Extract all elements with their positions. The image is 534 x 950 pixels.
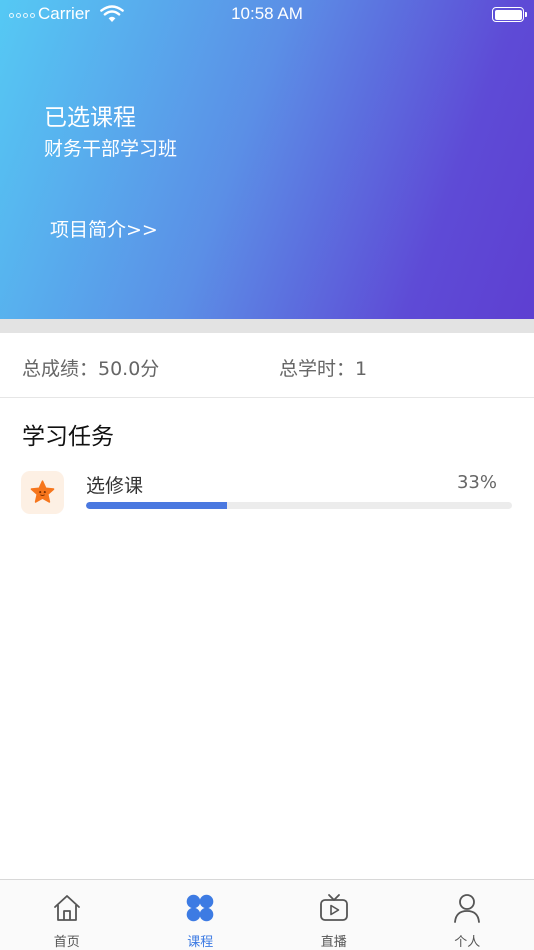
- stats-row: 总成绩：50.0分 总学时：1: [0, 333, 534, 398]
- course-header-banner: Carrier 10:58 AM 已选课程 财务干部学习班 项目简介>>: [0, 0, 534, 319]
- total-score: 总成绩：50.0分: [22, 358, 160, 380]
- tab-label-home: 首页: [53, 935, 80, 950]
- tab-label-profile: 个人: [454, 935, 481, 950]
- section-divider: [0, 319, 534, 333]
- task-item-elective[interactable]: 选修课 33%: [0, 464, 534, 520]
- person-icon: [454, 894, 481, 923]
- tab-label-live: 直播: [320, 935, 347, 950]
- task-name: 选修课: [86, 475, 144, 497]
- tab-live[interactable]: 直播: [267, 880, 401, 950]
- tv-play-icon: [319, 894, 348, 921]
- status-time: 10:58 AM: [231, 4, 303, 23]
- tab-home[interactable]: 首页: [0, 880, 134, 950]
- home-icon: [53, 895, 80, 921]
- battery-icon: [492, 7, 527, 22]
- task-progress-bar: [86, 502, 512, 509]
- task-progress-fill: [86, 502, 227, 509]
- task-icon-container: [21, 471, 64, 514]
- total-hours: 总学时：1: [279, 358, 368, 380]
- grid-icon: [186, 894, 214, 922]
- tab-label-courses: 课程: [187, 935, 214, 950]
- task-progress-percent: 33%: [456, 472, 497, 493]
- bottom-tab-bar: 首页 课程 直播 个人: [0, 879, 534, 950]
- star-icon: [30, 480, 55, 503]
- tasks-section-title: 学习任务: [22, 424, 114, 450]
- project-intro-link[interactable]: 项目简介>>: [50, 215, 158, 242]
- tab-profile[interactable]: 个人: [401, 880, 534, 950]
- page-title: 已选课程: [44, 105, 136, 131]
- status-bar: Carrier 10:58 AM: [0, 0, 534, 30]
- tab-courses[interactable]: 课程: [134, 880, 268, 950]
- course-name: 财务干部学习班: [44, 138, 178, 160]
